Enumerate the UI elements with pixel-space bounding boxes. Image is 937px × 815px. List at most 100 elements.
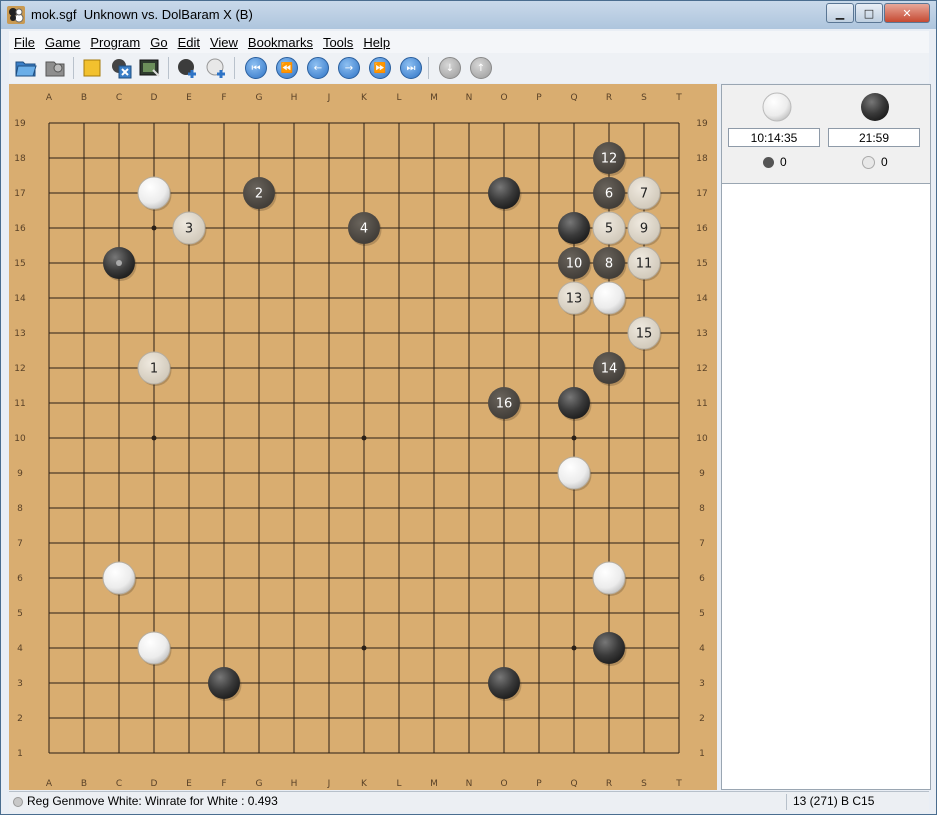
- black-stone[interactable]: [208, 667, 240, 699]
- column-label: B: [81, 779, 87, 789]
- row-label: 3: [699, 679, 705, 689]
- menu-game[interactable]: Game: [40, 35, 85, 50]
- new-game-button[interactable]: [80, 56, 104, 80]
- row-label: 17: [14, 189, 25, 199]
- move-number-label: 11: [636, 257, 653, 272]
- column-label: M: [430, 93, 438, 103]
- column-label: G: [256, 779, 263, 789]
- back-ten-button[interactable]: ⏪: [276, 57, 298, 79]
- row-label: 1: [699, 749, 705, 759]
- row-label: 6: [699, 574, 705, 584]
- white-player-stone-icon: [762, 92, 792, 122]
- move-number-label: 9: [640, 222, 648, 237]
- column-label: T: [675, 93, 682, 103]
- black-stone[interactable]: [558, 212, 590, 244]
- star-point: [151, 225, 157, 231]
- move-number-label: 8: [605, 257, 613, 272]
- column-label: Q: [570, 93, 577, 103]
- row-label: 10: [14, 434, 26, 444]
- go-board[interactable]: AABBCCDDEEFFGGHHJJKKLLMMNNOOPPQQRRSSTT19…: [9, 84, 717, 790]
- white-stone[interactable]: [592, 561, 626, 595]
- row-label: 19: [14, 119, 26, 129]
- forward-ten-button[interactable]: ⏩: [369, 57, 391, 79]
- previous-variation-icon: ↓: [445, 62, 455, 74]
- menu-file[interactable]: File: [9, 35, 40, 50]
- open-icon: [15, 61, 37, 77]
- column-label: F: [221, 93, 226, 103]
- forward-one-button[interactable]: →: [338, 57, 360, 79]
- previous-variation-button[interactable]: ↓: [439, 57, 461, 79]
- menu-help[interactable]: Help: [358, 35, 395, 50]
- black-stone[interactable]: [593, 632, 625, 664]
- menu-edit[interactable]: Edit: [173, 35, 205, 50]
- column-label: K: [361, 93, 368, 103]
- status-message: Reg Genmove White: Winrate for White : 0…: [27, 794, 278, 808]
- go-board-panel: A A B B C C D D E E F F G G H H J J K K L L M M N N O O P P Q Q R R S S T T 19…: [9, 84, 717, 790]
- status-bar: Reg Genmove White: Winrate for White : 0…: [9, 791, 929, 812]
- main-window: mok.sgf Unknown vs. DolBaram X (B) ▁ □ ✕…: [0, 0, 937, 815]
- menu-tools[interactable]: Tools: [318, 35, 358, 50]
- white-stone[interactable]: [102, 561, 136, 595]
- menu-view[interactable]: View: [205, 35, 243, 50]
- move-number-label: 12: [601, 152, 618, 167]
- row-label: 19: [696, 119, 708, 129]
- white-clock: 10:14:35: [728, 128, 820, 147]
- row-label: 9: [17, 469, 23, 479]
- row-label: 5: [17, 609, 23, 619]
- minimize-button[interactable]: ▁: [826, 3, 854, 23]
- edit-button[interactable]: [138, 56, 162, 80]
- menu-bookmarks[interactable]: Bookmarks: [243, 35, 318, 50]
- back-one-icon: ←: [313, 62, 323, 74]
- row-label: 12: [696, 364, 707, 374]
- row-label: 15: [14, 259, 25, 269]
- row-label: 4: [699, 644, 705, 654]
- black-captures: 0: [862, 155, 888, 169]
- row-label: 11: [14, 399, 25, 409]
- white-stone[interactable]: [592, 281, 626, 315]
- first-move-button[interactable]: ⏮: [245, 57, 267, 79]
- column-label: N: [466, 779, 473, 789]
- toolbar-separator: [234, 57, 235, 79]
- row-label: 13: [14, 329, 25, 339]
- menu-program[interactable]: Program: [85, 35, 145, 50]
- save-button[interactable]: [43, 56, 67, 80]
- open-button[interactable]: [14, 56, 38, 80]
- column-label: N: [466, 93, 473, 103]
- row-label: 2: [17, 714, 23, 724]
- move-number-label: 7: [640, 187, 648, 202]
- column-label: L: [396, 779, 401, 789]
- move-number-label: 16: [496, 397, 513, 412]
- next-variation-icon: ↑: [476, 62, 486, 74]
- window-title: mok.sgf Unknown vs. DolBaram X (B): [31, 7, 253, 22]
- back-one-button[interactable]: ←: [307, 57, 329, 79]
- row-label: 6: [17, 574, 23, 584]
- move-number-label: 14: [601, 362, 618, 377]
- white-stone[interactable]: [137, 631, 171, 665]
- column-label: Q: [570, 779, 577, 789]
- column-label: E: [186, 93, 192, 103]
- column-label: G: [256, 93, 263, 103]
- comment-area[interactable]: [722, 184, 930, 789]
- row-label: 2: [699, 714, 705, 724]
- status-icon: [13, 797, 23, 807]
- white-stone[interactable]: [137, 176, 171, 210]
- app-icon: [7, 6, 25, 24]
- add-white-stone-button[interactable]: [204, 56, 228, 80]
- next-variation-button[interactable]: ↑: [470, 57, 492, 79]
- close-button[interactable]: ✕: [884, 3, 930, 23]
- maximize-button[interactable]: □: [855, 3, 883, 23]
- column-label: F: [221, 779, 226, 789]
- forward-ten-icon: ⏩: [373, 62, 387, 74]
- menu-go[interactable]: Go: [145, 35, 172, 50]
- black-stone[interactable]: [558, 387, 590, 419]
- row-label: 12: [14, 364, 25, 374]
- row-label: 17: [696, 189, 707, 199]
- black-stone[interactable]: [488, 667, 520, 699]
- add-black-stone-button[interactable]: [175, 56, 199, 80]
- white-stone[interactable]: [557, 456, 591, 490]
- title-bar[interactable]: mok.sgf Unknown vs. DolBaram X (B) ▁ □ ✕: [1, 1, 936, 29]
- player-info-panel: 10:14:35 21:59 0 0: [722, 85, 930, 184]
- last-move-button[interactable]: ⏭: [400, 57, 422, 79]
- close-game-button[interactable]: [109, 56, 133, 80]
- black-stone[interactable]: [488, 177, 520, 209]
